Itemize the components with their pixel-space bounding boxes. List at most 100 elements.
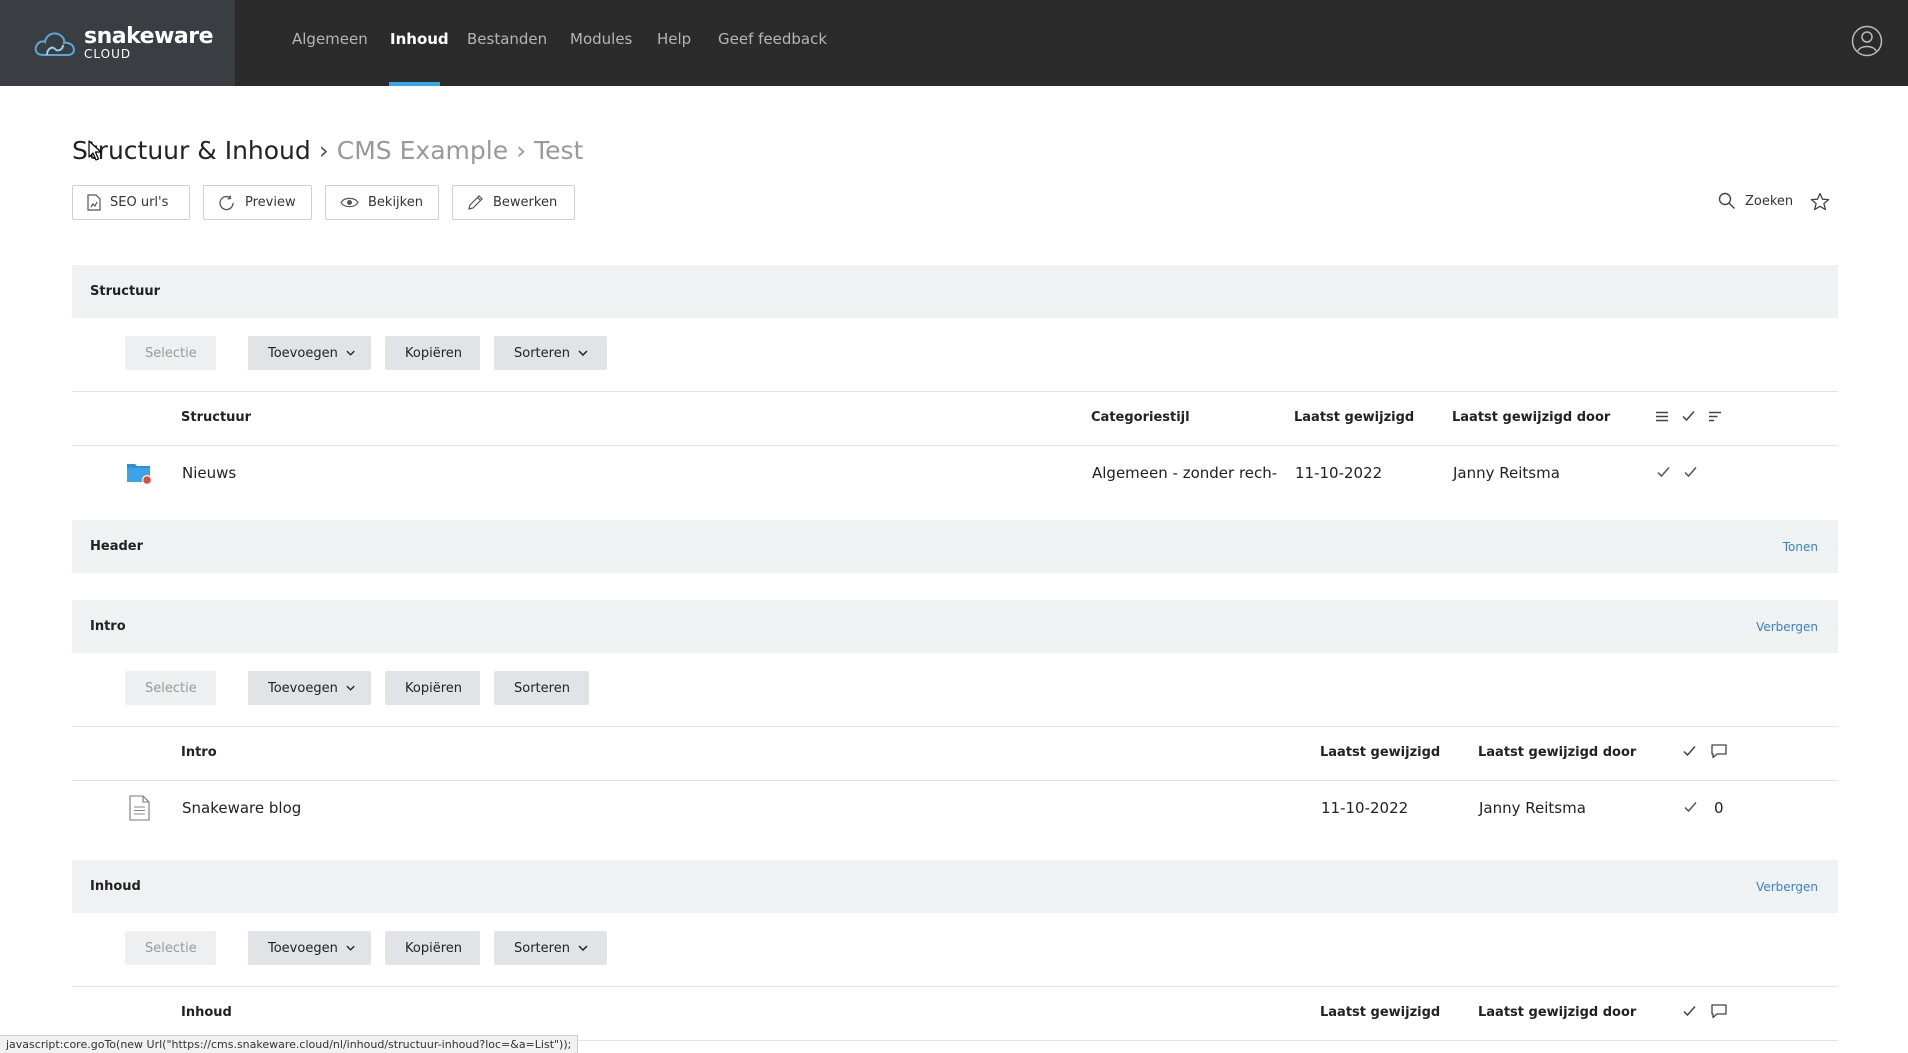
- breadcrumb-root[interactable]: Structuur & Inhoud: [72, 136, 311, 165]
- section-header-header: Header Tonen: [72, 520, 1838, 573]
- bekijken-label: Bekijken: [368, 195, 423, 210]
- nav-item-modules[interactable]: Modules: [570, 30, 632, 48]
- list-menu-icon[interactable]: [1656, 411, 1668, 422]
- cloud-logo-icon: [34, 32, 76, 56]
- selectie-label: Selectie: [145, 345, 197, 361]
- bewerken-label: Bewerken: [493, 195, 558, 210]
- sorteren-label: Sorteren: [514, 940, 570, 956]
- column-header-intro[interactable]: Intro: [181, 745, 217, 760]
- favorite-star-icon[interactable]: [1810, 192, 1830, 212]
- toevoegen-label: Toevoegen: [268, 345, 338, 361]
- row-name[interactable]: Nieuws: [182, 464, 236, 482]
- section-title: Inhoud: [90, 879, 141, 894]
- toevoegen-dropdown[interactable]: Toevoegen: [248, 336, 371, 370]
- bewerken-button[interactable]: Bewerken: [452, 185, 575, 220]
- column-header-laatst-gewijzigd[interactable]: Laatst gewijzigd: [1320, 1005, 1440, 1020]
- eye-icon: [340, 197, 359, 208]
- toggle-verbergen-link[interactable]: Verbergen: [1756, 620, 1818, 634]
- sort-icon[interactable]: [1709, 411, 1721, 422]
- kopieren-button[interactable]: Kopiëren: [385, 671, 480, 705]
- sorteren-dropdown[interactable]: Sorteren: [494, 336, 607, 370]
- breadcrumb-item-cms-example[interactable]: CMS Example: [337, 136, 508, 165]
- column-header-laatst-gewijzigd-door[interactable]: Laatst gewijzigd door: [1478, 1005, 1636, 1020]
- row-modified-date: 11-10-2022: [1295, 464, 1383, 482]
- check-icon: [1684, 802, 1697, 813]
- active-nav-indicator: [389, 82, 440, 86]
- search-label: Zoeken: [1745, 193, 1794, 209]
- check-icon[interactable]: [1683, 1005, 1696, 1017]
- search-icon: [1718, 192, 1735, 209]
- nav-item-bestanden[interactable]: Bestanden: [467, 30, 547, 48]
- sorteren-button[interactable]: Sorteren: [494, 671, 589, 705]
- kopieren-button[interactable]: Kopiëren: [385, 336, 480, 370]
- document-icon: [129, 795, 150, 821]
- logo[interactable]: snakeware CLOUD: [0, 0, 235, 86]
- row-comment-count: 0: [1714, 799, 1724, 817]
- chevron-down-icon: [346, 350, 355, 356]
- row-modified-by: Janny Reitsma: [1453, 464, 1560, 482]
- nav-item-geef-feedback[interactable]: Geef feedback: [718, 30, 827, 48]
- breadcrumb-separator: ›: [318, 136, 329, 165]
- seo-urls-button[interactable]: SEO url's: [72, 185, 190, 220]
- divider: [72, 391, 1838, 392]
- column-header-laatst-gewijzigd[interactable]: Laatst gewijzigd: [1320, 745, 1440, 760]
- column-header-structuur[interactable]: Structuur: [181, 410, 251, 425]
- divider: [72, 445, 1838, 446]
- check-icon: [1684, 467, 1697, 478]
- selectie-dropdown[interactable]: Selectie: [125, 336, 216, 370]
- check-icon[interactable]: [1683, 745, 1696, 757]
- sorteren-label: Sorteren: [514, 680, 570, 696]
- user-account-icon[interactable]: [1851, 25, 1883, 57]
- toevoegen-dropdown[interactable]: Toevoegen: [248, 671, 371, 705]
- row-modified-by: Janny Reitsma: [1479, 799, 1586, 817]
- breadcrumb-separator: ›: [516, 136, 527, 165]
- row-name[interactable]: Snakeware blog: [182, 799, 301, 817]
- kopieren-button[interactable]: Kopiëren: [385, 931, 480, 965]
- column-header-laatst-gewijzigd-door[interactable]: Laatst gewijzigd door: [1452, 410, 1610, 425]
- toggle-tonen-link[interactable]: Tonen: [1783, 540, 1818, 554]
- column-header-categoriestijl[interactable]: Categoriestijl: [1091, 410, 1190, 425]
- column-header-inhoud[interactable]: Inhoud: [181, 1005, 232, 1020]
- column-header-laatst-gewijzigd[interactable]: Laatst gewijzigd: [1294, 410, 1414, 425]
- refresh-icon: [219, 194, 234, 210]
- nav-item-algemeen[interactable]: Algemeen: [292, 30, 368, 48]
- selectie-dropdown[interactable]: Selectie: [125, 931, 216, 965]
- section-header-intro: Intro Verbergen: [72, 600, 1838, 653]
- comment-icon[interactable]: [1711, 744, 1727, 759]
- folder-icon: [127, 464, 152, 485]
- kopieren-label: Kopiëren: [405, 680, 462, 696]
- kopieren-label: Kopiëren: [405, 345, 462, 361]
- search-button[interactable]: Zoeken: [1718, 192, 1793, 210]
- comment-icon[interactable]: [1711, 1004, 1727, 1019]
- toevoegen-label: Toevoegen: [268, 940, 338, 956]
- preview-button[interactable]: Preview: [203, 185, 312, 220]
- logo-subtitle: CLOUD: [84, 47, 132, 61]
- toggle-verbergen-link[interactable]: Verbergen: [1756, 880, 1818, 894]
- nav-item-inhoud[interactable]: Inhoud: [390, 30, 449, 48]
- section-header-inhoud: Inhoud Verbergen: [72, 860, 1838, 913]
- sorteren-dropdown[interactable]: Sorteren: [494, 931, 607, 965]
- check-icon[interactable]: [1682, 410, 1695, 422]
- chevron-down-icon: [346, 685, 355, 691]
- divider: [72, 780, 1838, 781]
- logo-brand: snakeware: [84, 24, 214, 49]
- breadcrumb: Structuur & Inhoud › CMS Example › Test: [72, 136, 583, 165]
- chevron-down-icon: [346, 945, 355, 951]
- document-chart-icon: [87, 194, 101, 211]
- nav-item-help[interactable]: Help: [657, 30, 691, 48]
- row-categoriestijl: Algemeen - zonder rech-: [1092, 464, 1278, 482]
- toevoegen-dropdown[interactable]: Toevoegen: [248, 931, 371, 965]
- divider: [72, 986, 1838, 987]
- row-modified-date: 11-10-2022: [1321, 799, 1409, 817]
- section-title: Intro: [90, 619, 126, 634]
- bekijken-button[interactable]: Bekijken: [325, 185, 439, 220]
- top-navbar: snakeware CLOUD Algemeen Inhoud Bestande…: [0, 0, 1908, 86]
- selectie-label: Selectie: [145, 940, 197, 956]
- preview-label: Preview: [245, 195, 296, 210]
- selectie-label: Selectie: [145, 680, 197, 696]
- divider: [72, 726, 1838, 727]
- selectie-dropdown[interactable]: Selectie: [125, 671, 216, 705]
- breadcrumb-item-test: Test: [534, 136, 584, 165]
- chevron-down-icon: [578, 945, 588, 951]
- column-header-laatst-gewijzigd-door[interactable]: Laatst gewijzigd door: [1478, 745, 1636, 760]
